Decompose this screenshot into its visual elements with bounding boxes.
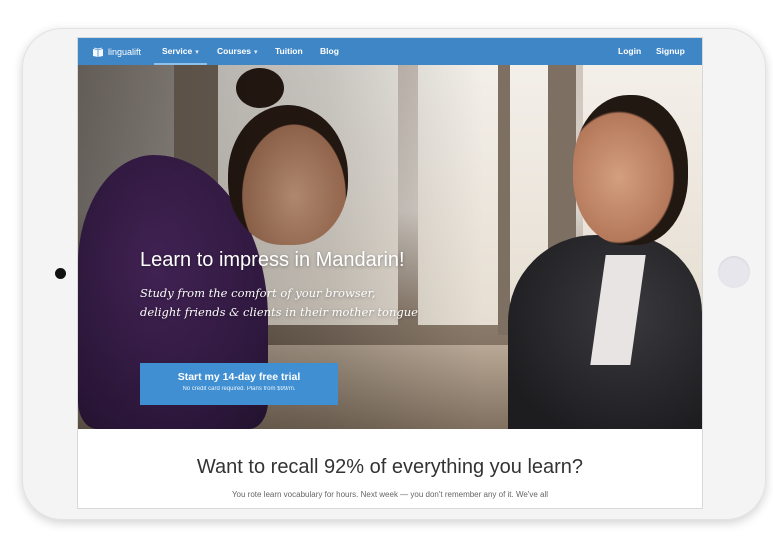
chevron-down-icon: ▾	[195, 49, 199, 56]
hero-subtitle: Study from the comfort of your browser, …	[140, 284, 460, 322]
section-text: You rote learn vocabulary for hours. Nex…	[231, 490, 549, 499]
nav-item-label: Blog	[320, 46, 339, 56]
chevron-down-icon: ▾	[254, 49, 258, 56]
login-link[interactable]: Login	[618, 38, 641, 65]
nav-item-label: Service	[162, 46, 193, 56]
free-trial-button[interactable]: Start my 14-day free trial No credit car…	[140, 363, 338, 405]
logo[interactable]: lingualift	[92, 38, 141, 65]
home-button[interactable]	[718, 256, 750, 288]
signup-link[interactable]: Signup	[656, 38, 685, 65]
hero-subtitle-line: delight friends & clients in their mothe…	[140, 305, 418, 319]
camera-dot	[55, 268, 66, 279]
free-trial-note: No credit card required. Plans from $99/…	[182, 386, 296, 392]
book-logo-icon	[92, 47, 104, 57]
hero-title: Learn to impress in Mandarin!	[140, 249, 405, 271]
hero-banner: Learn to impress in Mandarin! Study from…	[78, 65, 702, 429]
nav-item-courses[interactable]: Courses ▾	[217, 38, 258, 65]
logo-text: lingualift	[108, 46, 142, 57]
nav-item-label: Courses	[217, 46, 252, 56]
navbar: lingualift Service ▾ Courses ▾ Tuition Blo…	[78, 38, 702, 65]
nav-item-tuition[interactable]: Tuition	[275, 38, 303, 65]
nav-item-service[interactable]: Service ▾	[154, 38, 207, 65]
tablet-screen: lingualift Service ▾ Courses ▾ Tuition Blo…	[78, 38, 702, 508]
free-trial-button-label: Start my 14-day free trial	[177, 371, 301, 383]
section-title: Want to recall 92% of everything you lea…	[196, 456, 584, 478]
nav-item-blog[interactable]: Blog	[320, 38, 339, 65]
nav-item-label: Tuition	[275, 46, 303, 56]
hero-subtitle-line: Study from the comfort of your browser,	[140, 286, 376, 300]
